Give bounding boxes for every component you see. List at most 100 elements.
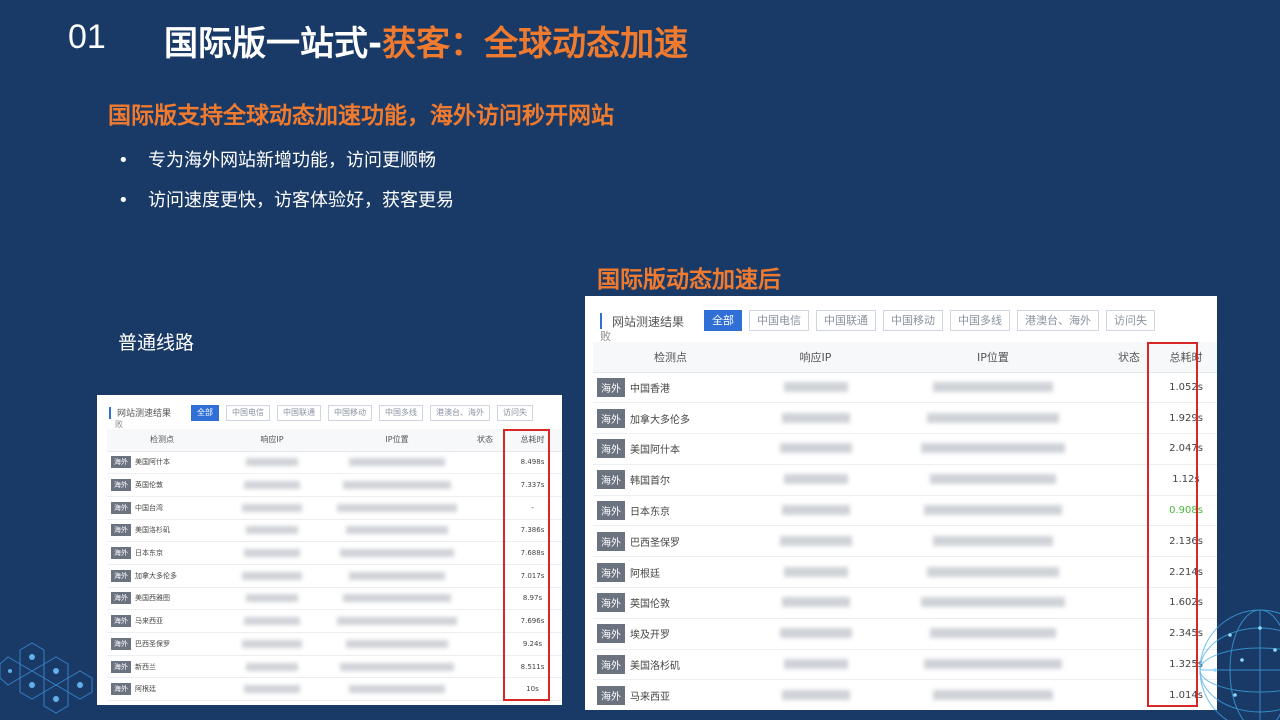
tab-overseas[interactable]: 港澳台、海外: [430, 405, 490, 421]
table-row: 海外 美国洛杉矶 1.325s: [593, 649, 1217, 681]
redacted-value: [924, 659, 1062, 670]
tab-failed[interactable]: 访问失: [1106, 310, 1155, 331]
tab-mobile[interactable]: 中国移动: [328, 405, 372, 421]
col-ip-location: IP位置: [883, 342, 1103, 373]
cell-ip-location: [327, 677, 467, 702]
region-badge: 海外: [597, 501, 625, 521]
tab-telecom[interactable]: 中国电信: [749, 310, 809, 331]
cell-ip-location: [327, 541, 467, 565]
redacted-value: [349, 571, 445, 580]
redacted-value: [927, 412, 1059, 423]
cell-ip-location: [327, 564, 467, 588]
cell-location: 海外 英国伦敦: [107, 473, 217, 497]
tab-unicom[interactable]: 中国联通: [816, 310, 876, 331]
redacted-value: [933, 381, 1053, 392]
speedtest-panel-accelerated: 网站测速结果 全部 中国电信 中国联通 中国移动 中国多线 港澳台、海外 访问失…: [585, 296, 1217, 710]
region-badge: 海外: [111, 592, 131, 605]
cell-ip-location: [327, 519, 467, 543]
table-row: 海外 阿根廷 10s: [107, 677, 562, 702]
region-badge: 海外: [597, 439, 625, 459]
location-name: 美国洛杉矶: [135, 526, 170, 535]
cell-ip-location: [883, 587, 1103, 619]
slide-subtitle: 国际版支持全球动态加速功能，海外访问秒开网站: [108, 103, 614, 129]
region-badge: 海外: [111, 479, 131, 492]
region-badge: 海外: [597, 562, 625, 582]
table-row: 海外 阿根廷 2.214s: [593, 556, 1217, 589]
table-row: 海外 美国洛杉矶 7.386s: [107, 519, 562, 543]
location-name: 日本东京: [630, 507, 670, 519]
cell-ip-location: [327, 587, 467, 611]
tab-telecom[interactable]: 中国电信: [226, 405, 270, 421]
cell-location: 海外 美国西雅图: [107, 587, 217, 611]
location-name: 美国阿什本: [630, 445, 680, 457]
cell-location: 海外 中国台湾: [107, 496, 217, 520]
label-normal-route: 普通线路: [118, 332, 195, 354]
cell-response-ip: [217, 496, 327, 520]
col-location: 检测点: [107, 429, 217, 452]
bullet-text: 专为海外网站新增功能，访问更顺畅: [148, 150, 436, 171]
table-row: 海外 新西兰 8.511s: [107, 655, 562, 679]
cell-location: 海外 美国洛杉矶: [107, 519, 217, 543]
redacted-value: [933, 689, 1053, 700]
table-row: 海外 巴西圣保罗 9.24s: [107, 632, 562, 656]
cell-ip-location: [883, 372, 1103, 404]
location-name: 美国西雅图: [135, 594, 170, 603]
cell-ip-location: [883, 679, 1103, 710]
tab-mobile[interactable]: 中国移动: [883, 310, 943, 331]
location-name: 美国洛杉矶: [630, 661, 680, 673]
cell-response-ip: [748, 649, 883, 681]
title-main: 国际版一站式-: [164, 24, 383, 64]
cell-location: 海外 加拿大多伦多: [593, 402, 748, 435]
cell-ip-location: [883, 525, 1103, 558]
table-row: 海外 马来西亚 7.696s: [107, 609, 562, 633]
region-badge: 海外: [597, 408, 625, 428]
cell-response-ip: [217, 451, 327, 475]
highlight-box: [503, 429, 550, 701]
table-row: 海外 美国阿什本 8.498s: [107, 451, 562, 475]
tab-all[interactable]: 全部: [191, 405, 219, 421]
table-row: 海外 加拿大多伦多 7.017s: [107, 564, 562, 588]
cell-response-ip: [217, 632, 327, 656]
redacted-value: [244, 481, 300, 490]
cell-ip-location: [883, 402, 1103, 435]
tab-all[interactable]: 全部: [704, 310, 742, 331]
redacted-value: [244, 617, 300, 626]
table-row: 海外 埃及开罗 2.345s: [593, 618, 1217, 650]
redacted-value: [924, 505, 1062, 516]
table-row: 海外 美国西雅图 8.97s: [107, 587, 562, 611]
tab-failed[interactable]: 访问失: [497, 405, 533, 421]
redacted-value: [783, 474, 848, 485]
tab-unicom[interactable]: 中国联通: [277, 405, 321, 421]
cell-ip-location: [327, 632, 467, 656]
cell-response-ip: [748, 372, 883, 404]
redacted-value: [246, 662, 298, 671]
tab-multiline[interactable]: 中国多线: [950, 310, 1010, 331]
cell-location: 海外 美国洛杉矶: [593, 649, 748, 681]
location-name: 英国伦敦: [135, 481, 163, 490]
cell-location: 海外 马来西亚: [593, 679, 748, 710]
slide-title: 国际版一站式-获客：全球动态加速: [164, 16, 688, 65]
table-row: 海外 日本东京 0.908s: [593, 495, 1217, 527]
tab-multiline[interactable]: 中国多线: [379, 405, 423, 421]
cell-status: [467, 564, 503, 588]
cell-status: [467, 473, 503, 497]
cell-ip-location: [327, 609, 467, 633]
redacted-value: [346, 639, 448, 648]
location-name: 阿根廷: [135, 685, 156, 694]
cell-ip-location: [883, 618, 1103, 650]
table-row: 海外 中国台湾 -: [107, 496, 562, 520]
cell-location: 海外 巴西圣保罗: [107, 632, 217, 656]
redacted-value: [242, 571, 302, 580]
location-name: 美国阿什本: [135, 458, 170, 467]
redacted-value: [343, 594, 451, 603]
redacted-value: [242, 639, 302, 648]
redacted-value: [346, 526, 448, 535]
cell-response-ip: [748, 556, 883, 589]
location-name: 巴西圣保罗: [135, 639, 170, 648]
tab-overseas[interactable]: 港澳台、海外: [1017, 310, 1099, 331]
bullet-item: • 访问速度更快，访客体验好，获客更易: [118, 190, 454, 211]
cell-status: [467, 496, 503, 520]
cell-ip-location: [327, 473, 467, 497]
panel-title-bar: [109, 407, 111, 419]
filter-tabs: 全部 中国电信 中国联通 中国移动 中国多线 港澳台、海外 访问失: [191, 405, 533, 421]
